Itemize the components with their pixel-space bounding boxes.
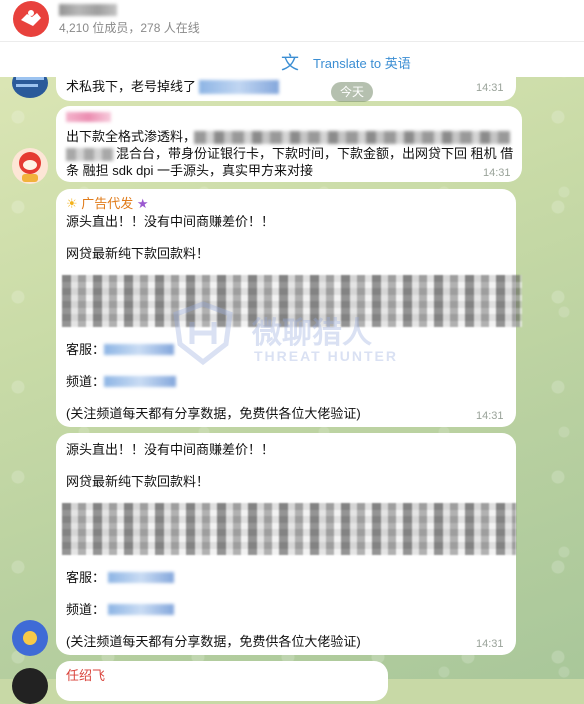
member-count: 4,210 位成员，278 人在线 (59, 21, 200, 35)
message-text: 源头直出！！没有中间商赚差价！！ (66, 214, 275, 229)
message-bubble[interactable]: 任绍飞 (56, 661, 388, 701)
service-link[interactable] (104, 344, 174, 355)
redacted-text (194, 131, 510, 144)
redacted-sender (66, 112, 111, 122)
message-text: 术私我下，老号掉线了 (66, 79, 197, 94)
sender-avatar[interactable] (12, 620, 48, 656)
message-text: 条 融担 sdk dpi 一手源头，真实甲方来对接 (66, 163, 314, 178)
sender-name[interactable]: 任绍飞 (66, 668, 105, 684)
service-link[interactable] (108, 572, 174, 583)
star-icon: ★ (136, 196, 149, 211)
message-bubble[interactable]: 出下款全格式渗透料， 混合台，带身份证银行卡，下款时间，下款金额，出网贷下回 租… (56, 106, 522, 182)
translate-button[interactable]: Translate to 英语 (313, 53, 411, 72)
message-text: 网贷最新纯下款回款料！ (66, 246, 210, 261)
message-footer: (关注频道每天都有分享数据，免费供各位大佬验证) (66, 406, 361, 421)
message-footer: (关注频道每天都有分享数据，免费供各位大佬验证) (66, 634, 361, 649)
redacted-content (62, 503, 516, 555)
redacted-text (66, 148, 114, 161)
watermark-subtitle: THREAT HUNTER (254, 348, 398, 364)
message-text: 混合台，带身份证银行卡，下款时间，下款金额，出网贷下回 租机 借 (116, 146, 514, 161)
date-separator: 今天 (331, 82, 373, 102)
message-text: 网贷最新纯下款回款料！ (66, 474, 210, 489)
message-time: 14:31 (476, 410, 504, 422)
message-bubble[interactable]: 源头直出！！没有中间商赚差价！！ 网贷最新纯下款回款料！ 客服： 频道： (关注… (56, 433, 516, 655)
shield-logo (173, 301, 233, 366)
redacted-title (59, 4, 117, 16)
message-time: 14:31 (483, 167, 511, 179)
service-label: 客服： (66, 570, 106, 585)
sender-avatar[interactable] (12, 668, 48, 704)
chat-header[interactable]: 4,210 位成员，278 人在线 (0, 0, 584, 41)
message-time: 14:31 (476, 82, 504, 94)
channel-label: 频道： (66, 602, 106, 617)
sender-name[interactable]: 广告代发 (81, 196, 133, 211)
translate-bar[interactable]: 文 Translate to 英语 (0, 41, 584, 77)
sun-icon: ☀ (66, 196, 78, 211)
service-label: 客服： (66, 342, 106, 357)
message-time: 14:31 (476, 638, 504, 650)
channel-label: 频道： (66, 374, 106, 389)
handshake-icon (21, 10, 41, 26)
group-title (59, 3, 117, 19)
watermark-title: 微聊猎人 (252, 317, 372, 350)
sender-line: ☀ 广告代发 ★ (66, 196, 149, 212)
sender-avatar[interactable] (12, 148, 48, 184)
group-avatar[interactable] (13, 1, 49, 37)
message-text: 出下款全格式渗透料， (66, 129, 197, 144)
channel-link[interactable] (108, 604, 174, 615)
redacted-link[interactable] (199, 80, 279, 94)
translate-icon: 文 (281, 53, 299, 73)
channel-link[interactable] (104, 376, 176, 387)
message-text: 源头直出！！没有中间商赚差价！！ (66, 442, 275, 457)
